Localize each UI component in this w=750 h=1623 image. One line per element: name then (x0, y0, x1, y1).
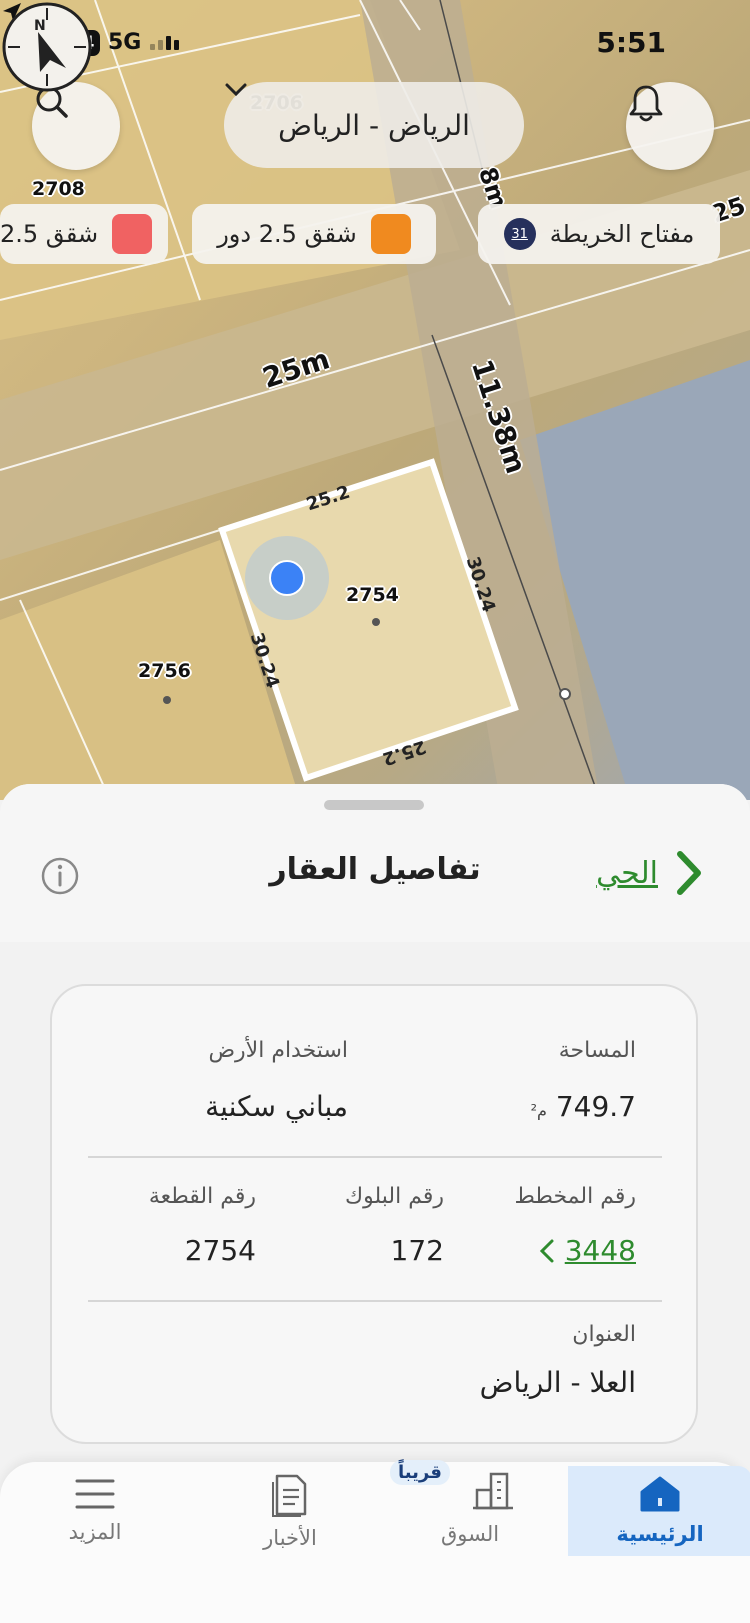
parcel-number-label[interactable]: 2756 (138, 660, 191, 682)
status-bar: 74 5G 5:51 (0, 0, 750, 84)
clock: 5:51 (596, 26, 666, 59)
notifications-button[interactable] (626, 82, 714, 170)
block-number-label: رقم البلوك (344, 1184, 444, 1209)
selected-parcel-number[interactable]: 2754 (346, 584, 399, 606)
tab-more-label: المزيد (68, 1520, 122, 1544)
search-button[interactable] (32, 82, 120, 170)
block-number-value: 172 (390, 1234, 444, 1267)
bell-icon (629, 85, 663, 122)
area-label: المساحة (558, 1038, 636, 1063)
menu-icon (75, 1479, 115, 1509)
tab-home[interactable]: الرئيسية (568, 1466, 750, 1556)
map-key-label: مفتاح الخريطة (549, 220, 695, 248)
address-value: العلا - الرياض (479, 1366, 636, 1399)
user-location-dot (269, 560, 305, 596)
home-icon (640, 1476, 680, 1512)
divider (88, 1300, 662, 1302)
signal-strength-icon (150, 36, 179, 50)
network-type: 5G (108, 30, 142, 55)
area-unit: م² (530, 1101, 547, 1120)
tab-more[interactable]: المزيد (30, 1462, 160, 1562)
bottom-tab-bar: الرئيسية قريباً السوق الأخبار المزيد (0, 1460, 750, 1623)
tab-news-label: الأخبار (263, 1526, 317, 1550)
legend-chip-red-label: شقق 2.5 (0, 220, 99, 248)
city-selector[interactable]: الرياض - الرياض (224, 82, 524, 168)
map-view[interactable]: 25m 11.38m 8m 25 25.2 30.24 30.24 25.2 2… (0, 0, 750, 800)
city-selector-label: الرياض - الرياض (278, 108, 470, 142)
sheet-grabber[interactable] (324, 800, 424, 810)
map-key-badge: 31 (503, 218, 536, 250)
red-swatch (112, 214, 152, 254)
tab-home-label: الرئيسية (616, 1522, 704, 1546)
plot-number-value: 2754 (184, 1234, 256, 1267)
tab-market[interactable]: السوق (400, 1462, 540, 1562)
parcel-number-label: 2708 (32, 178, 85, 200)
legend-chip-red[interactable]: شقق 2.5 (0, 204, 168, 264)
chevron-right-icon (677, 851, 701, 895)
chevron-left-icon (539, 1239, 554, 1262)
tab-news[interactable]: الأخبار (220, 1462, 360, 1562)
divider (88, 1156, 662, 1158)
legend-chip-orange-label: شقق 2.5 دور (217, 220, 357, 248)
area-value: 749.7 م² (531, 1090, 636, 1123)
compass-icon[interactable]: N (0, 0, 94, 94)
property-details-card: المساحة 749.7 م² استخدام الأرض مباني سكن… (50, 984, 698, 1444)
plan-number-label: رقم المخطط (514, 1184, 636, 1209)
plot-number-label: رقم القطعة (148, 1184, 256, 1209)
land-use-label: استخدام الأرض (208, 1038, 348, 1063)
tab-market-label: السوق (440, 1522, 500, 1546)
address-label: العنوان (572, 1322, 636, 1347)
land-use-value: مباني سكنية (205, 1090, 348, 1123)
legend-chip-orange[interactable]: شقق 2.5 دور (192, 204, 436, 264)
chevron-down-icon (225, 83, 247, 97)
district-link-label: الحي (596, 855, 658, 891)
plan-number-value: 3448 (564, 1234, 636, 1267)
news-icon (272, 1474, 307, 1517)
plan-number-link[interactable]: 3448 (539, 1234, 636, 1267)
sheet-header: تفاصيل العقار الحي (0, 784, 750, 942)
map-key-button[interactable]: 31 مفتاح الخريطة (478, 204, 720, 264)
area-number: 749.7 (555, 1090, 636, 1123)
parcel-centroid-dot (163, 696, 171, 704)
orange-swatch (370, 214, 411, 254)
svg-text:N: N (34, 18, 46, 34)
district-link[interactable]: الحي (596, 850, 702, 896)
parcel-centroid-dot (372, 618, 380, 626)
building-icon (473, 1472, 513, 1510)
